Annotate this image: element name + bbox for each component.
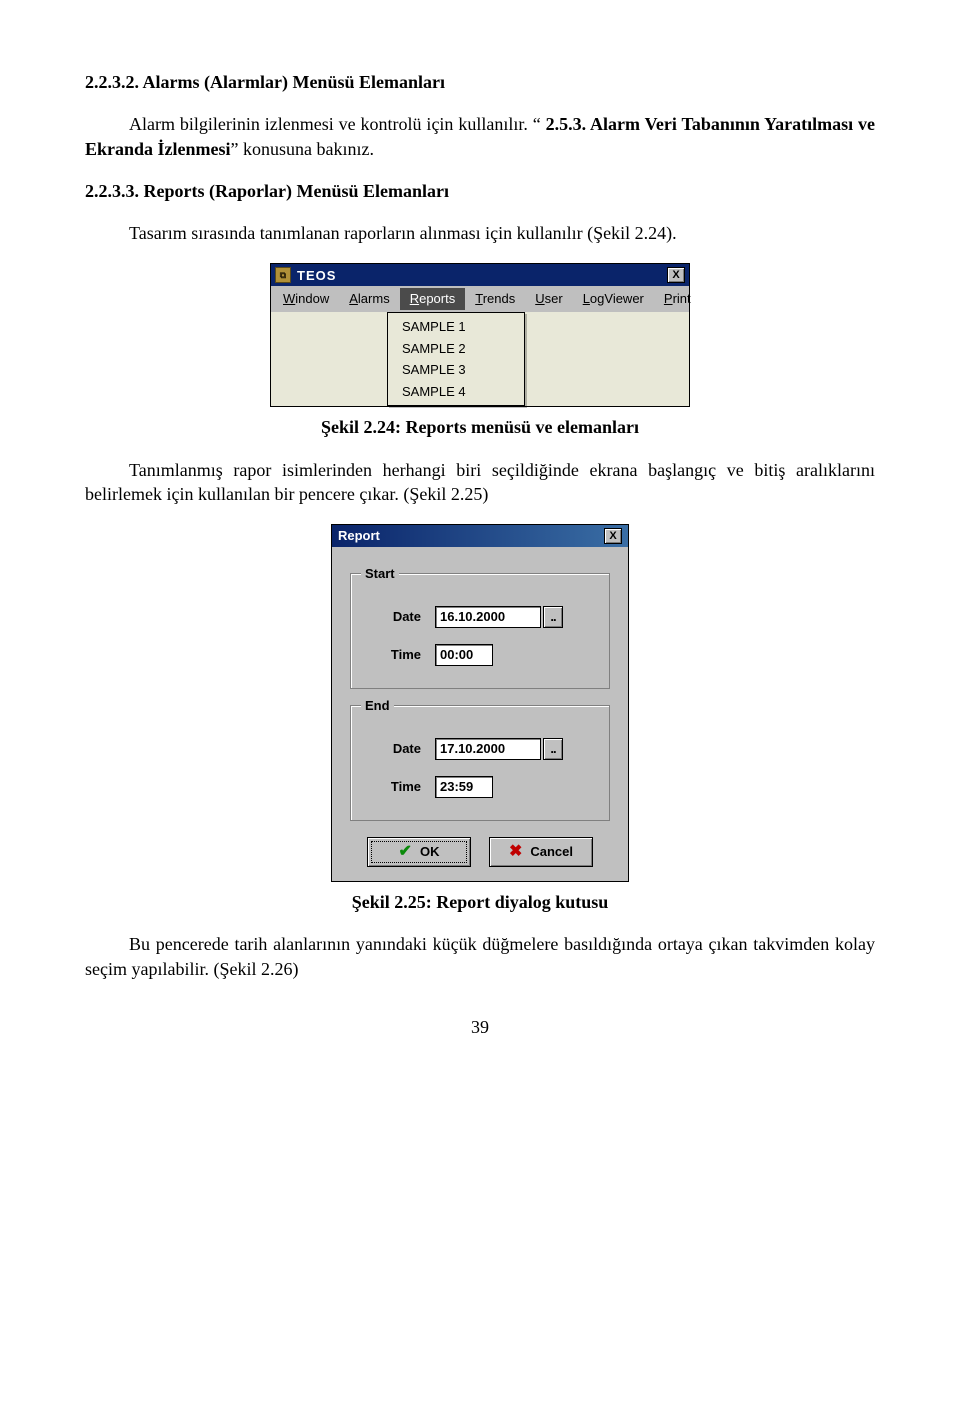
figure-caption-25: Şekil 2.25: Report diyalog kutusu — [85, 890, 875, 914]
para-after-fig24: Tanımlanmış rapor isimlerinden herhangi … — [85, 458, 875, 507]
start-date-picker-button[interactable]: .. — [543, 606, 563, 628]
end-time-input[interactable]: 23:59 — [435, 776, 493, 798]
end-date-input[interactable]: 17.10.2000 — [435, 738, 541, 760]
ok-button[interactable]: ✔ OK — [367, 837, 471, 867]
menu-logviewer[interactable]: LogViewer — [573, 288, 654, 310]
dropdown-item-sample2[interactable]: SAMPLE 2 — [388, 338, 524, 360]
para-2: Tasarım sırasında tanımlanan raporların … — [85, 221, 875, 245]
ok-button-label: OK — [420, 843, 440, 861]
report-close-button[interactable]: X — [604, 528, 622, 544]
report-title: Report — [338, 527, 602, 545]
start-groupbox: Start Date 16.10.2000 .. Time 00:00 — [350, 573, 610, 689]
start-date-input[interactable]: 16.10.2000 — [435, 606, 541, 628]
end-date-label: Date — [365, 740, 435, 758]
para-after-fig25: Bu pencerede tarih alanlarının yanındaki… — [85, 932, 875, 981]
start-date-label: Date — [365, 608, 435, 626]
teos-title: TEOS — [297, 267, 665, 285]
report-titlebar: Report X — [332, 525, 628, 547]
start-legend: Start — [361, 565, 399, 583]
end-time-label: Time — [365, 778, 435, 796]
menu-alarms[interactable]: Alarms — [339, 288, 399, 310]
section-heading-2: 2.2.3.3. Reports (Raporlar) Menüsü Elema… — [85, 179, 875, 203]
menu-reports[interactable]: Reports — [400, 288, 466, 310]
check-icon: ✔ — [399, 841, 412, 863]
section-heading-1: 2.2.3.2. Alarms (Alarmlar) Menüsü Eleman… — [85, 70, 875, 94]
end-legend: End — [361, 697, 394, 715]
para-1: Alarm bilgilerinin izlenmesi ve kontrolü… — [85, 112, 875, 161]
cancel-button[interactable]: ✖ Cancel — [489, 837, 593, 867]
dropdown-item-sample1[interactable]: SAMPLE 1 — [388, 316, 524, 338]
cancel-button-label: Cancel — [530, 843, 573, 861]
end-date-picker-button[interactable]: .. — [543, 738, 563, 760]
start-time-label: Time — [365, 646, 435, 664]
x-icon: ✖ — [509, 841, 522, 863]
report-dialog: Report X Start Date 16.10.2000 .. Time 0… — [331, 524, 629, 882]
reports-dropdown: SAMPLE 1 SAMPLE 2 SAMPLE 3 SAMPLE 4 — [387, 312, 525, 406]
teos-app-icon: ⧉ — [275, 267, 291, 283]
end-groupbox: End Date 17.10.2000 .. Time 23:59 — [350, 705, 610, 821]
menu-print[interactable]: Print — [654, 288, 701, 310]
menu-user[interactable]: User — [525, 288, 572, 310]
menu-window[interactable]: Window — [273, 288, 339, 310]
start-time-input[interactable]: 00:00 — [435, 644, 493, 666]
dropdown-item-sample3[interactable]: SAMPLE 3 — [388, 359, 524, 381]
teos-menubar: Window Alarms Reports Trends User LogVie… — [271, 286, 689, 312]
dropdown-item-sample4[interactable]: SAMPLE 4 — [388, 381, 524, 403]
teos-window: ⧉ TEOS X Window Alarms Reports Trends Us… — [270, 263, 690, 407]
teos-close-button[interactable]: X — [667, 267, 685, 283]
figure-caption-24: Şekil 2.24: Reports menüsü ve elemanları — [85, 415, 875, 439]
menu-trends[interactable]: Trends — [465, 288, 525, 310]
page-number: 39 — [85, 1015, 875, 1039]
teos-titlebar: ⧉ TEOS X — [271, 264, 689, 286]
